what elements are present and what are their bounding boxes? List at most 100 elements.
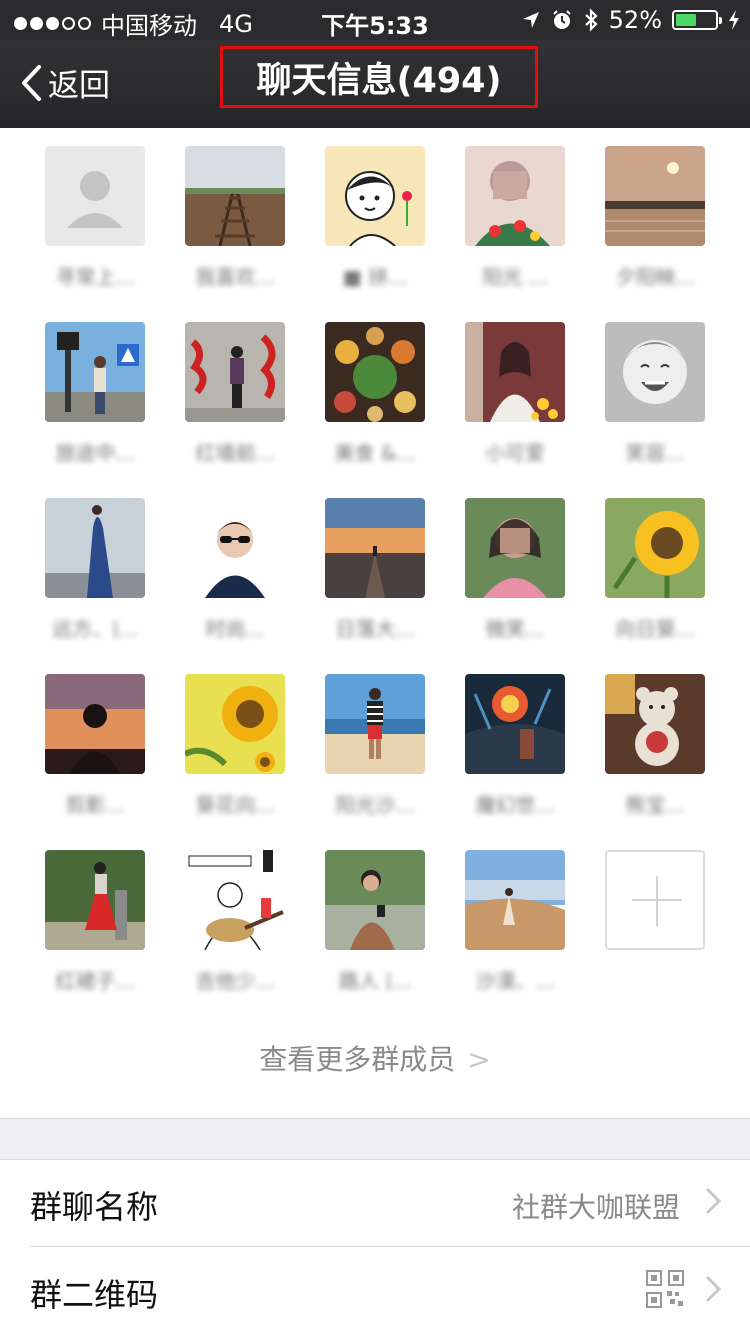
charging-bolt-icon xyxy=(729,10,739,30)
avatar xyxy=(185,674,285,774)
member-item[interactable]: 夕阳映... xyxy=(605,146,705,287)
member-name: 美食 &... xyxy=(334,441,416,463)
battery-icon xyxy=(672,10,722,30)
group-name-label: 群聊名称 xyxy=(30,1188,159,1226)
member-name: 向日葵... xyxy=(615,617,695,639)
member-name: 远方、|... xyxy=(52,617,138,639)
avatar xyxy=(185,498,285,598)
member-name: 微笑... xyxy=(485,617,545,639)
group-name-value: 社群大咖联盟 xyxy=(511,1191,680,1224)
group-qr-row[interactable]: 群二维码 xyxy=(0,1248,750,1334)
member-item[interactable]: 远方、|... xyxy=(45,498,145,639)
qr-code-icon xyxy=(646,1270,684,1308)
avatar xyxy=(605,674,705,774)
member-name: 寻常上... xyxy=(55,265,135,287)
member-name: 葵花向... xyxy=(195,793,275,815)
chevron-right-icon: > xyxy=(467,1043,491,1076)
bluetooth-icon xyxy=(584,8,598,32)
member-item[interactable]: 剪影... xyxy=(45,674,145,815)
avatar xyxy=(185,322,285,422)
member-item[interactable]: 沙漠、... xyxy=(465,850,565,991)
nav-bar: 返回 聊天信息(494) xyxy=(0,40,750,128)
member-item[interactable]: 笑容... xyxy=(605,322,705,463)
member-name: ■ 拼... xyxy=(342,265,408,287)
plus-icon[interactable] xyxy=(605,850,705,950)
member-name: 魔幻世... xyxy=(475,793,555,815)
member-item[interactable]: 日落大... xyxy=(325,498,425,639)
member-name: 红裙子... xyxy=(55,969,135,991)
back-label: 返回 xyxy=(48,68,110,104)
group-qr-label: 群二维码 xyxy=(30,1276,159,1314)
member-item[interactable]: 熊宝... xyxy=(605,674,705,815)
member-item[interactable]: 阳光 ... xyxy=(465,146,565,287)
section-divider xyxy=(0,1118,750,1160)
avatar xyxy=(185,146,285,246)
member-item[interactable]: 红裙子... xyxy=(45,850,145,991)
avatar xyxy=(45,146,145,246)
battery-percent: 52% xyxy=(608,6,662,34)
avatar xyxy=(605,146,705,246)
avatar xyxy=(465,674,565,774)
avatar xyxy=(325,850,425,950)
avatar xyxy=(325,674,425,774)
member-item[interactable]: ■ 拼... xyxy=(325,146,425,287)
member-item[interactable]: 小可爱 xyxy=(465,322,565,463)
member-item[interactable]: 寻常上... xyxy=(45,146,145,287)
avatar xyxy=(45,674,145,774)
group-name-row[interactable]: 群聊名称 社群大咖联盟 xyxy=(0,1160,750,1246)
member-name: 吉他少... xyxy=(195,969,275,991)
chevron-right-icon xyxy=(705,1275,722,1303)
avatar xyxy=(325,322,425,422)
row-separator xyxy=(30,1246,750,1247)
avatar xyxy=(465,498,565,598)
page-title: 聊天信息(494) xyxy=(220,46,538,108)
status-bar: 中国移动 4G 下午5:33 52% xyxy=(0,0,750,40)
member-item[interactable]: 魔幻世... xyxy=(465,674,565,815)
avatar xyxy=(465,322,565,422)
member-name: 阳光 ... xyxy=(482,265,548,287)
member-name: 笑容... xyxy=(625,441,685,463)
member-name: 红墙前... xyxy=(195,441,275,463)
member-name: 路人 |... xyxy=(338,969,412,991)
avatar xyxy=(465,850,565,950)
avatar xyxy=(45,850,145,950)
view-more-label: 查看更多群成员 xyxy=(259,1043,456,1076)
member-item[interactable]: 我喜欢... xyxy=(185,146,285,287)
member-name: 我喜欢... xyxy=(195,265,275,287)
member-name: 旅途中... xyxy=(55,441,135,463)
member-item[interactable]: 阳光沙... xyxy=(325,674,425,815)
view-more-members-button[interactable]: 查看更多群成员 > xyxy=(0,1038,750,1078)
member-item[interactable]: 路人 |... xyxy=(325,850,425,991)
alarm-icon xyxy=(552,10,571,29)
members-section: 寻常上... 我喜欢... ■ 拼... 阳光 ... 夕阳映... 旅途中... 红墙前.… xyxy=(0,128,750,1118)
member-item[interactable]: 葵花向... xyxy=(185,674,285,815)
member-item[interactable]: 吉他少... xyxy=(185,850,285,991)
member-item[interactable]: 微笑... xyxy=(465,498,565,639)
member-grid: 寻常上... 我喜欢... ■ 拼... 阳光 ... 夕阳映... 旅途中... 红墙前.… xyxy=(45,146,705,991)
member-name: 时尚... xyxy=(205,617,265,639)
chevron-right-icon xyxy=(705,1187,722,1215)
member-item[interactable]: 红墙前... xyxy=(185,322,285,463)
avatar xyxy=(325,146,425,246)
member-item[interactable]: 旅途中... xyxy=(45,322,145,463)
member-name: 阳光沙... xyxy=(335,793,415,815)
member-item[interactable]: 向日葵... xyxy=(605,498,705,639)
avatar xyxy=(605,322,705,422)
member-name: 剪影... xyxy=(65,793,125,815)
member-name: 夕阳映... xyxy=(615,265,695,287)
location-arrow-icon xyxy=(522,12,539,28)
back-button[interactable]: 返回 xyxy=(20,60,110,105)
member-item[interactable]: 美食 &... xyxy=(325,322,425,463)
status-right: 52% xyxy=(521,6,740,34)
chevron-left-icon xyxy=(22,64,41,101)
avatar xyxy=(45,322,145,422)
member-item[interactable]: 时尚... xyxy=(185,498,285,639)
member-name: 小可爱 xyxy=(485,441,545,463)
member-name: 沙漠、... xyxy=(475,969,555,991)
avatar xyxy=(45,498,145,598)
avatar xyxy=(605,498,705,598)
avatar xyxy=(185,850,285,950)
avatar xyxy=(465,146,565,246)
member-name: 熊宝... xyxy=(625,793,685,815)
avatar xyxy=(325,498,425,598)
